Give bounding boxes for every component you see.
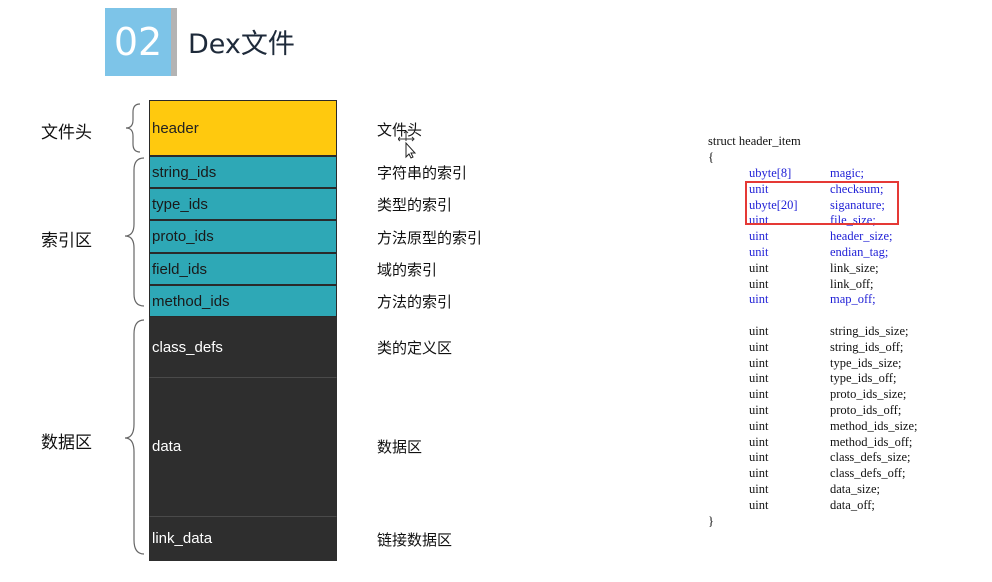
field-name: header_size; (830, 229, 893, 244)
block-data: data (149, 377, 337, 516)
page-title: Dex文件 (188, 29, 295, 60)
brace-index-area (124, 157, 145, 307)
field-name: method_ids_off; (830, 434, 913, 449)
field-name: data_off; (830, 497, 875, 512)
desc-field-ids: 域的索引 (377, 261, 438, 279)
field-type: uint (749, 324, 769, 338)
field-type: unit (749, 245, 769, 259)
field-type: uint (749, 276, 769, 291)
desc-class-defs: 类的定义区 (377, 339, 453, 357)
struct-open-brace: { (708, 150, 714, 164)
highlight-box (745, 181, 899, 225)
block-string-ids: string_ids (149, 156, 337, 188)
struct-close-brace: } (708, 514, 714, 528)
block-link-data: link_data (149, 516, 337, 561)
group-braces (124, 103, 145, 555)
field-name: map_off; (830, 292, 876, 307)
block-label: method_ids (152, 292, 230, 310)
block-label: proto_ids (152, 228, 214, 245)
block-label: link_data (152, 530, 213, 547)
field-type: uint (749, 387, 769, 402)
block-class-defs: class_defs (149, 317, 337, 377)
field-type: uint (749, 497, 769, 512)
field-name: type_ids_size; (830, 355, 902, 370)
section-number-badge: 02 (105, 8, 171, 76)
block-proto-ids: proto_ids (149, 220, 337, 253)
block-label: data (152, 438, 182, 455)
block-type-ids: type_ids (149, 188, 337, 220)
field-type: uint (749, 466, 769, 481)
desc-type-ids: 类型的索引 (377, 196, 453, 214)
field-type: uint (749, 339, 769, 354)
block-method-ids: method_ids (149, 285, 337, 317)
field-name: data_size; (830, 482, 880, 496)
field-name: link_size; (830, 260, 879, 275)
field-name: type_ids_off; (830, 371, 897, 386)
field-type: uint (749, 260, 769, 275)
move-cursor-icon (398, 131, 417, 159)
field-type: uint (749, 482, 769, 496)
desc-proto-ids: 方法原型的索引 (377, 229, 483, 247)
field-name: method_ids_size; (830, 418, 918, 433)
badge-divider (171, 8, 177, 76)
field-type: uint (749, 292, 769, 307)
field-type: uint (749, 229, 769, 244)
field-type: uint (749, 434, 769, 449)
group-label-data-area: 数据区 (41, 433, 92, 453)
field-type: uint (749, 355, 769, 370)
field-name: proto_ids_size; (830, 387, 907, 402)
struct-title: struct header_item (708, 134, 801, 148)
desc-string-ids: 字符串的索引 (377, 164, 468, 182)
field-name: magic; (830, 166, 865, 180)
desc-method-ids: 方法的索引 (377, 293, 453, 311)
block-label: class_defs (152, 338, 223, 356)
field-type: uint (749, 418, 769, 433)
brace-data-area (124, 319, 145, 555)
field-name: string_ids_size; (830, 324, 909, 338)
desc-link-data: 链接数据区 (377, 531, 453, 549)
block-label: type_ids (152, 195, 208, 213)
group-label-file-header: 文件头 (41, 123, 92, 143)
field-name: link_off; (830, 276, 874, 291)
block-label: field_ids (152, 260, 208, 278)
field-name: string_ids_off; (830, 339, 904, 354)
field-type: uint (749, 371, 769, 386)
block-field-ids: field_ids (149, 253, 337, 285)
block-header: header (149, 100, 337, 156)
field-type: ubyte[8] (749, 166, 792, 180)
desc-data: 数据区 (377, 438, 423, 456)
field-name: class_defs_off; (830, 466, 906, 481)
brace-file-header (125, 103, 141, 153)
group-label-index-area: 索引区 (41, 231, 92, 251)
field-name: endian_tag; (830, 245, 889, 259)
block-label: string_ids (152, 163, 217, 181)
field-name: proto_ids_off; (830, 403, 902, 417)
field-type: uint (749, 450, 769, 465)
field-name: class_defs_size; (830, 450, 911, 465)
field-type: uint (749, 403, 769, 417)
block-label: header (152, 119, 199, 137)
